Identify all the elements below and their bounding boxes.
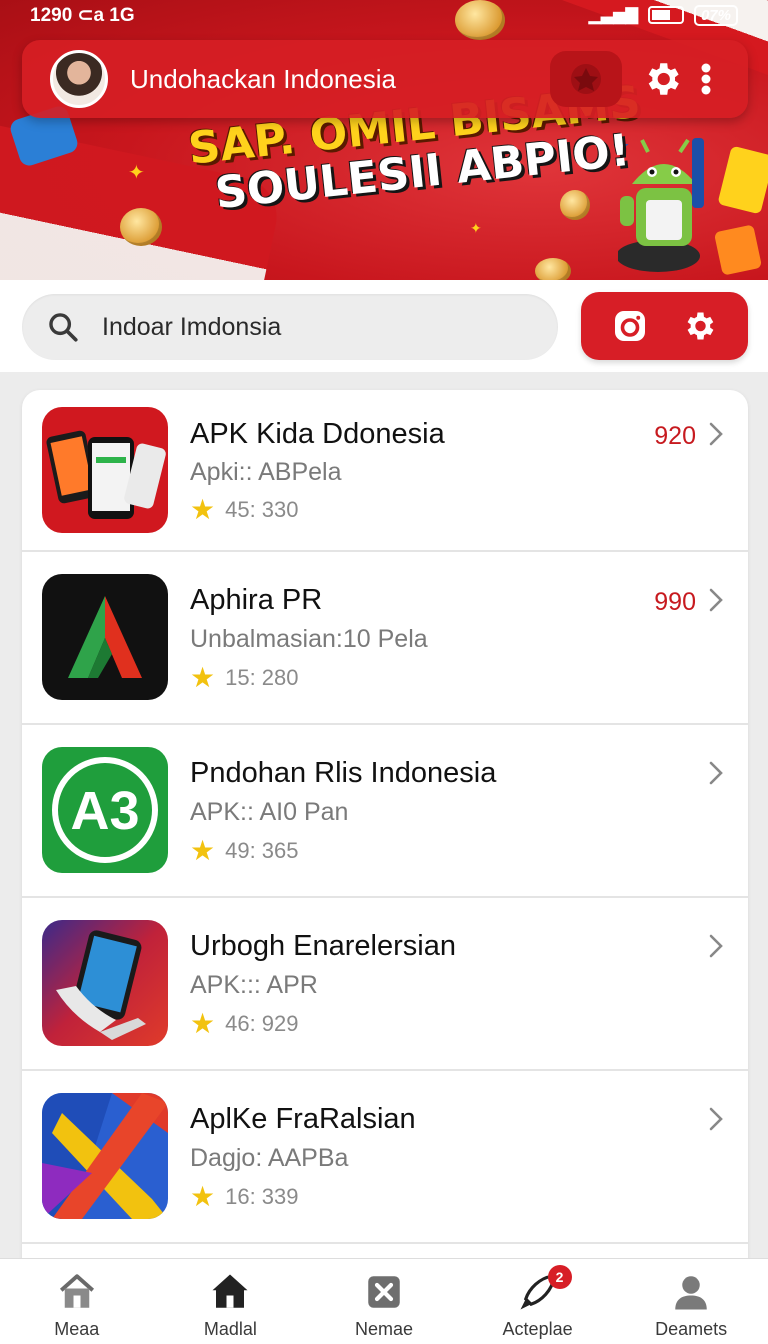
- app-price: 920: [654, 422, 696, 450]
- app-name: AplKe FraRalsian: [190, 1103, 416, 1135]
- colorful-x-icon: [42, 1093, 168, 1219]
- star-icon: ★: [190, 1008, 216, 1039]
- emblem-icon[interactable]: [550, 51, 622, 107]
- app-rating: ★ 45: 330: [190, 496, 299, 524]
- coin-decoration: [560, 190, 590, 220]
- chevron-right-icon: [709, 588, 723, 612]
- camera-icon[interactable]: [606, 302, 654, 350]
- star-icon: ★: [190, 1181, 216, 1212]
- app-name: Aphira PR: [190, 584, 323, 616]
- search-actions: [581, 292, 748, 360]
- app-subtitle: APK::: APR: [190, 971, 318, 999]
- app-list: APK Kida Ddonesia Apki:: ABPela ★ 45: 33…: [22, 390, 748, 1270]
- cube-decoration: [717, 145, 768, 215]
- nav-item-home[interactable]: Meaa: [7, 1271, 147, 1340]
- rating-value: 15: 280: [225, 665, 299, 690]
- bottom-nav: Meaa Madlal Nemae 2 Acteplae Deamets: [0, 1258, 768, 1344]
- nav-label: Deamets: [655, 1319, 728, 1339]
- app-rating: ★ 46: 929: [190, 1010, 299, 1038]
- app-subtitle: Unbalmasian:10 Pela: [190, 625, 428, 653]
- gear-icon[interactable]: [638, 55, 686, 103]
- status-icons: ▁▃▅▇ 07%: [588, 4, 738, 26]
- nav-item-acteplae[interactable]: 2 Acteplae: [468, 1265, 608, 1340]
- list-item[interactable]: AplKe FraRalsian Dagjo: AAPBa ★ 16: 339: [22, 1071, 748, 1244]
- arrow-logo-icon: [42, 574, 168, 700]
- app-name: Urbogh Enarelersian: [190, 930, 456, 962]
- list-item[interactable]: Aphira PR Unbalmasian:10 Pela ★ 15: 280 …: [22, 552, 748, 725]
- filter-settings-icon[interactable]: [675, 302, 723, 350]
- nav-label: Nemae: [354, 1319, 413, 1339]
- search-icon: [49, 313, 78, 342]
- status-time: 1290 ⊂a 1G: [30, 4, 135, 26]
- phone-hand-icon: [42, 920, 168, 1046]
- app-title: Undohackan Indonesia: [130, 63, 396, 94]
- coin-decoration: [120, 208, 162, 246]
- sparkle-icon: ✦: [470, 220, 482, 236]
- coin-decoration: [535, 258, 571, 280]
- app-rating: ★ 15: 280: [190, 664, 299, 692]
- home-filled-icon: [212, 1274, 248, 1308]
- rating-value: 45: 330: [225, 497, 299, 522]
- notification-badge: 2: [547, 1265, 572, 1289]
- star-icon: ★: [190, 494, 216, 525]
- app-subtitle: Dagjo: AAPBa: [190, 1144, 349, 1172]
- box-x-icon: [368, 1276, 400, 1308]
- chevron-right-icon: [709, 422, 723, 446]
- app-name: APK Kida Ddonesia: [190, 418, 445, 450]
- app-rating: ★ 16: 339: [190, 1183, 299, 1211]
- star-icon: ★: [190, 662, 216, 693]
- sparkle-icon: ✦: [128, 162, 145, 184]
- phones-red-icon: [42, 407, 168, 533]
- svg-text:A3: A3: [70, 781, 139, 841]
- cube-decoration: [713, 224, 763, 276]
- chevron-right-icon: [709, 761, 723, 785]
- search-row: [0, 280, 768, 372]
- battery-percent: 07%: [693, 4, 738, 26]
- status-bar: 1290 ⊂a 1G ▁▃▅▇ 07%: [0, 0, 768, 30]
- nav-label: Madlal: [203, 1319, 257, 1339]
- app-subtitle: Apki:: ABPela: [190, 458, 342, 486]
- signal-icon: ▁▃▅▇: [588, 7, 638, 24]
- app-name: Pndohan Rlis Indonesia: [190, 757, 497, 789]
- app-subtitle: APK:: AI0 Pan: [190, 798, 349, 826]
- person-icon: [675, 1276, 707, 1310]
- search-box[interactable]: [22, 294, 558, 360]
- list-item[interactable]: A3 Pndohan Rlis Indonesia APK:: AI0 Pan …: [22, 725, 748, 898]
- search-input[interactable]: [102, 312, 522, 342]
- rating-value: 49: 365: [225, 838, 299, 863]
- nav-item-nemae[interactable]: Nemae: [314, 1271, 454, 1340]
- avatar[interactable]: [50, 50, 108, 108]
- home-outline-icon: [59, 1274, 94, 1308]
- rating-value: 46: 929: [225, 1011, 299, 1036]
- nav-item-deamets[interactable]: Deamets: [621, 1271, 761, 1340]
- list-item[interactable]: APK Kida Ddonesia Apki:: ABPela ★ 45: 33…: [22, 390, 748, 552]
- kebab-menu-icon[interactable]: [686, 55, 726, 103]
- battery-icon: [647, 6, 684, 24]
- nav-item-madlal[interactable]: Madlal: [160, 1271, 300, 1340]
- rating-value: 16: 339: [225, 1184, 299, 1209]
- chevron-right-icon: [709, 934, 723, 958]
- app-rating: ★ 49: 365: [190, 837, 299, 865]
- app-header-bar: Undohackan Indonesia: [22, 40, 748, 118]
- a3-logo-icon: A3: [42, 747, 168, 873]
- list-item[interactable]: Urbogh Enarelersian APK::: APR ★ 46: 929: [22, 898, 748, 1071]
- app-price: 990: [654, 588, 696, 616]
- chevron-right-icon: [709, 1107, 723, 1131]
- nav-label: Meaa: [54, 1319, 100, 1339]
- nav-label: Acteplae: [502, 1319, 573, 1339]
- hero-banner: ✦ ✦ ★ 1290 ⊂a 1G ▁▃▅▇ 07% Undohackan Ind…: [0, 0, 768, 280]
- star-icon: ★: [190, 835, 216, 866]
